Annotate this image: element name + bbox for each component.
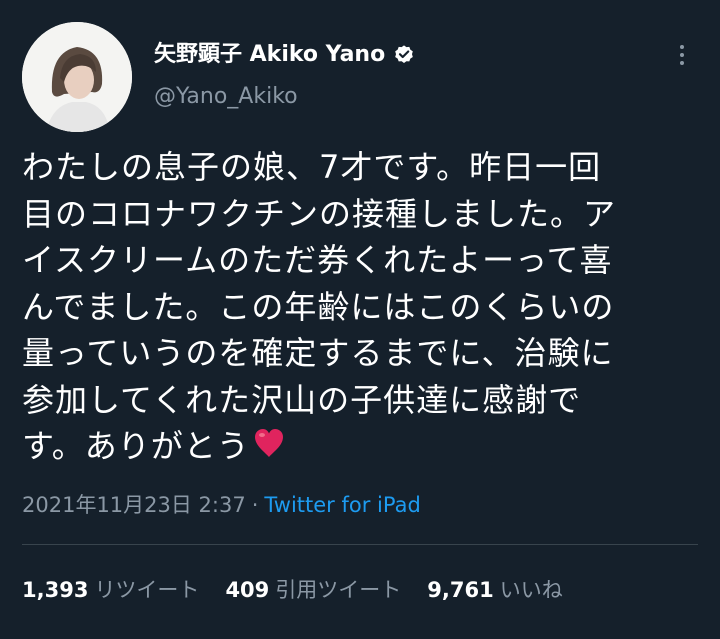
avatar[interactable] bbox=[22, 22, 132, 132]
retweets-stat[interactable]: 1,393 リツイート bbox=[22, 575, 199, 605]
more-dot bbox=[680, 61, 684, 65]
verified-badge-icon bbox=[393, 44, 415, 66]
retweets-count: 1,393 bbox=[22, 578, 89, 602]
more-dot bbox=[680, 53, 684, 57]
quotes-stat[interactable]: 409 引用ツイート bbox=[225, 575, 401, 605]
tweet-body: わたしの息子の娘、7才です。昨日一回 目のコロナワクチンの接種しました。ア イス… bbox=[22, 148, 617, 465]
tweet-source-link[interactable]: Twitter for iPad bbox=[264, 493, 420, 517]
likes-label: いいね bbox=[499, 578, 563, 602]
tweet-stats: 1,393 リツイート 409 引用ツイート 9,761 いいね bbox=[22, 575, 589, 605]
more-dot bbox=[680, 45, 684, 49]
divider bbox=[22, 544, 698, 545]
tweet-text: わたしの息子の娘、7才です。昨日一回 目のコロナワクチンの接種しました。ア イス… bbox=[22, 144, 704, 473]
likes-count: 9,761 bbox=[427, 578, 494, 602]
avatar-photo bbox=[22, 22, 132, 132]
retweets-label: リツイート bbox=[94, 578, 200, 602]
author-name[interactable]: 矢野顕子 Akiko Yano bbox=[154, 40, 385, 70]
likes-stat[interactable]: 9,761 いいね bbox=[427, 575, 562, 605]
tweet-meta: 2021年11月23日 2:37 · Twitter for iPad bbox=[22, 490, 421, 520]
author-name-row[interactable]: 矢野顕子 Akiko Yano bbox=[154, 40, 415, 70]
quotes-label: 引用ツイート bbox=[275, 578, 402, 602]
author-handle[interactable]: @Yano_Akiko bbox=[154, 82, 298, 112]
meta-separator: · bbox=[251, 493, 259, 517]
heart-emoji-icon bbox=[252, 426, 286, 473]
quotes-count: 409 bbox=[225, 578, 270, 602]
tweet-timestamp[interactable]: 2021年11月23日 2:37 bbox=[22, 493, 246, 517]
more-options-icon[interactable] bbox=[670, 40, 694, 70]
